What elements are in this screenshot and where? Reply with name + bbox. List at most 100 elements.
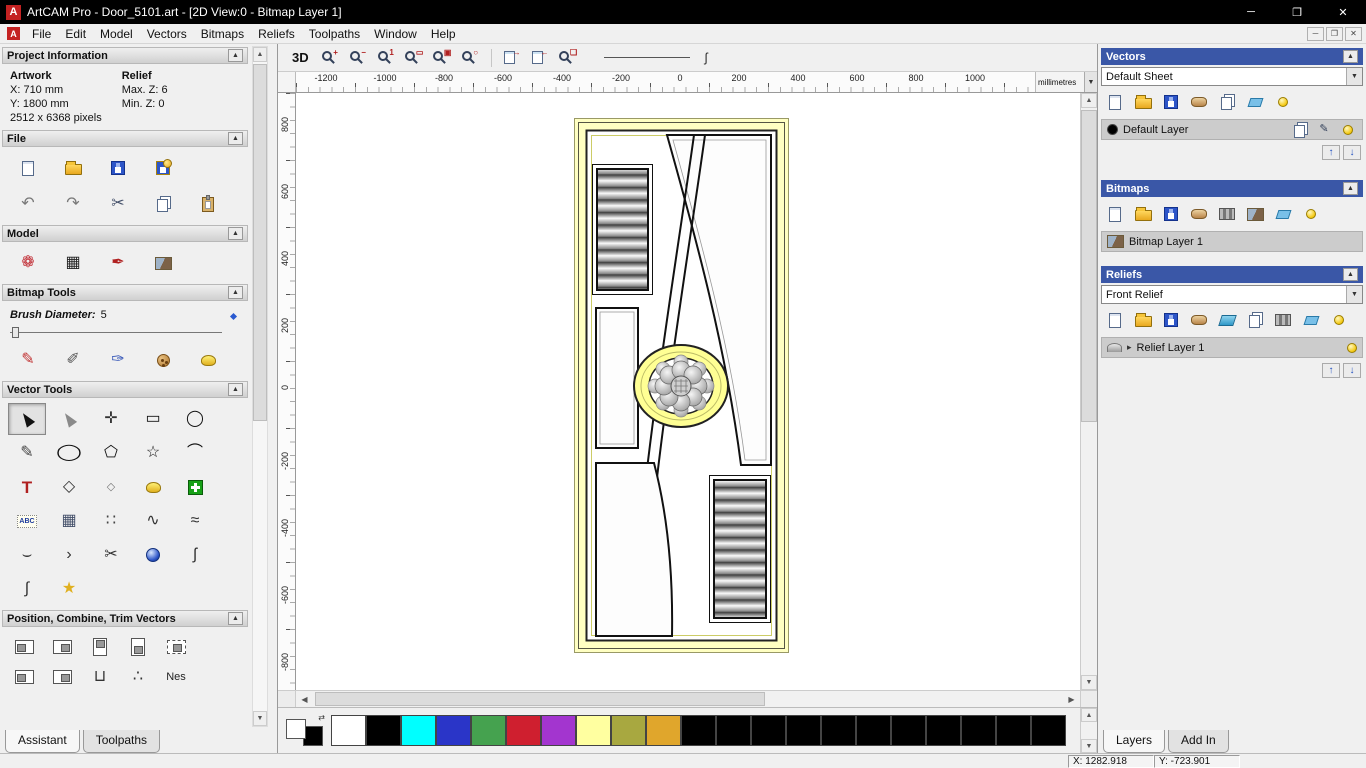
palette-swatch[interactable] <box>681 715 716 746</box>
delete-vector-layer-icon[interactable] <box>1246 93 1264 111</box>
palette-swatch[interactable] <box>1031 715 1066 746</box>
eyedropper-icon[interactable]: ✑ <box>100 345 136 375</box>
mdi-restore-button[interactable]: ❐ <box>1326 26 1343 41</box>
spline-handle-icon[interactable]: ʃ <box>705 50 708 65</box>
fit-arcs-icon[interactable]: ≈ <box>176 505 214 537</box>
collapse-position-tools-button[interactable]: ▲ <box>228 612 243 625</box>
move-layer-down-button[interactable]: ↓ <box>1343 145 1361 160</box>
flood-fill-icon[interactable] <box>190 345 226 375</box>
zoom-in-icon[interactable]: + <box>318 47 343 69</box>
close-button[interactable]: ✕ <box>1320 0 1366 24</box>
edit-layer-colour-icon[interactable]: ✎ <box>1315 122 1333 138</box>
zoom-out-icon[interactable]: − <box>346 47 371 69</box>
horizontal-scrollbar[interactable]: ◀ ▶ <box>278 690 1097 707</box>
snap-guides-toggle-icon[interactable]: ← <box>528 47 553 69</box>
snap-dots-icon[interactable]: ∴ <box>124 665 152 689</box>
tab-assistant[interactable]: Assistant <box>5 730 80 753</box>
zoom-page-icon[interactable]: ❏ <box>556 47 581 69</box>
scroll-up-arrow[interactable]: ▲ <box>1081 93 1097 108</box>
new-bitmap-layer-icon[interactable] <box>1106 205 1124 223</box>
collapse-model-button[interactable]: ▲ <box>228 227 243 240</box>
layer-visibility-icon[interactable] <box>1339 122 1357 138</box>
palette-swatch[interactable] <box>646 715 681 746</box>
menu-help[interactable]: Help <box>424 26 463 42</box>
wrap-star-icon[interactable]: ★ <box>50 573 88 605</box>
nesting-icon[interactable]: Nes <box>162 665 190 689</box>
palette-swatch[interactable] <box>506 715 541 746</box>
relief-3d-preview-icon[interactable] <box>1217 311 1237 329</box>
save-as-icon[interactable] <box>145 153 181 183</box>
palette-scroll-down-arrow[interactable]: ▼ <box>1081 739 1097 753</box>
group-vectors-icon[interactable] <box>10 665 38 689</box>
offset-vectors-icon[interactable]: ◇ <box>92 471 130 503</box>
menu-reliefs[interactable]: Reliefs <box>251 26 302 42</box>
greyscale-preview-icon[interactable]: ▦ <box>55 248 91 278</box>
transform-vectors-icon[interactable]: ✛ <box>92 403 130 435</box>
relief-layer-visibility-icon[interactable] <box>1347 342 1357 353</box>
scroll-down-arrow[interactable]: ▼ <box>1081 675 1097 690</box>
scrollbar-thumb[interactable] <box>1081 110 1097 422</box>
line-style-widget[interactable] <box>603 51 690 65</box>
palette-scroll-up-arrow[interactable]: ▲ <box>1081 708 1097 722</box>
collapse-file-button[interactable]: ▲ <box>228 132 243 145</box>
palette-swatch[interactable] <box>891 715 926 746</box>
cut-icon[interactable]: ✂ <box>100 189 136 219</box>
align-right-icon[interactable] <box>48 635 76 659</box>
create-polyline-icon[interactable]: ✎ <box>8 437 46 469</box>
create-ellipse-icon[interactable]: ◯ <box>50 437 88 469</box>
scroll-up-arrow[interactable]: ▲ <box>253 47 267 62</box>
primary-colour-swatch[interactable] <box>286 718 306 739</box>
create-star-icon[interactable]: ☆ <box>134 437 172 469</box>
paint-brush-icon[interactable]: ✎ <box>10 345 46 375</box>
relief-layer-row[interactable]: ▸ Relief Layer 1 <box>1101 337 1363 358</box>
new-vector-layer-icon[interactable] <box>1106 93 1124 111</box>
mdi-close-button[interactable]: ✕ <box>1345 26 1362 41</box>
preview-model-icon[interactable] <box>145 248 181 278</box>
scroll-left-arrow[interactable]: ◀ <box>296 691 313 707</box>
relief-painting-icon[interactable]: ✒ <box>100 248 136 278</box>
paint-selective-icon[interactable]: ✐ <box>55 345 91 375</box>
vertical-scrollbar[interactable]: ▲ ▼ <box>1080 93 1097 690</box>
scroll-down-arrow[interactable]: ▼ <box>253 711 267 726</box>
open-vector-layer-icon[interactable] <box>1134 93 1152 111</box>
relief-film-icon[interactable] <box>1274 311 1292 329</box>
save-bitmap-layer-icon[interactable] <box>1162 205 1180 223</box>
sheet-select[interactable]: Default Sheet ▼ <box>1101 67 1363 86</box>
open-model-icon[interactable] <box>55 153 91 183</box>
snap-grid-toggle-icon[interactable]: → <box>500 47 525 69</box>
tab-add-in[interactable]: Add In <box>1168 730 1229 753</box>
extend-vectors-icon[interactable]: › <box>50 539 88 571</box>
weld-vectors-icon[interactable]: ⊔ <box>86 665 114 689</box>
move-layer-down-button[interactable]: ↓ <box>1343 363 1361 378</box>
save-model-icon[interactable] <box>100 153 136 183</box>
merge-bitmap-layers-icon[interactable] <box>1190 205 1208 223</box>
zoom-window-icon[interactable]: ▭ <box>402 47 427 69</box>
zoom-fit-icon[interactable]: ▣ <box>430 47 455 69</box>
duplicate-relief-layer-icon[interactable] <box>1246 311 1264 329</box>
create-text-icon[interactable]: T <box>8 471 46 503</box>
collapse-bitmap-tools-button[interactable]: ▲ <box>228 286 243 299</box>
units-dropdown-arrow[interactable]: ▼ <box>1084 72 1097 92</box>
palette-swatch[interactable] <box>576 715 611 746</box>
menu-toolpaths[interactable]: Toolpaths <box>302 26 367 42</box>
layer-colour-icon[interactable] <box>1107 124 1118 135</box>
align-bottom-icon[interactable] <box>124 635 152 659</box>
merge-relief-layers-icon[interactable] <box>1190 311 1208 329</box>
palette-swatch[interactable] <box>716 715 751 746</box>
bitmap-layer-row[interactable]: Bitmap Layer 1 <box>1101 231 1363 252</box>
toggle-all-bitmap-visibility-icon[interactable] <box>1302 205 1320 223</box>
palette-swatch[interactable] <box>471 715 506 746</box>
paste-icon[interactable] <box>190 189 226 219</box>
palette-swatch[interactable] <box>401 715 436 746</box>
join-close-vectors-icon[interactable]: ⌣ <box>8 539 46 571</box>
delete-relief-layer-icon[interactable] <box>1302 311 1320 329</box>
trim-vectors-icon[interactable]: ✂ <box>92 539 130 571</box>
brush-diameter-slider[interactable] <box>10 312 238 340</box>
paste-special-icon[interactable] <box>176 471 214 503</box>
view-3d-button[interactable]: 3D <box>286 48 315 67</box>
open-bitmap-layer-icon[interactable] <box>1134 205 1152 223</box>
menu-window[interactable]: Window <box>367 26 424 42</box>
sheet-dropdown-arrow[interactable]: ▼ <box>1346 68 1362 85</box>
new-sheet-icon[interactable] <box>1218 93 1236 111</box>
palette-swatch[interactable] <box>436 715 471 746</box>
